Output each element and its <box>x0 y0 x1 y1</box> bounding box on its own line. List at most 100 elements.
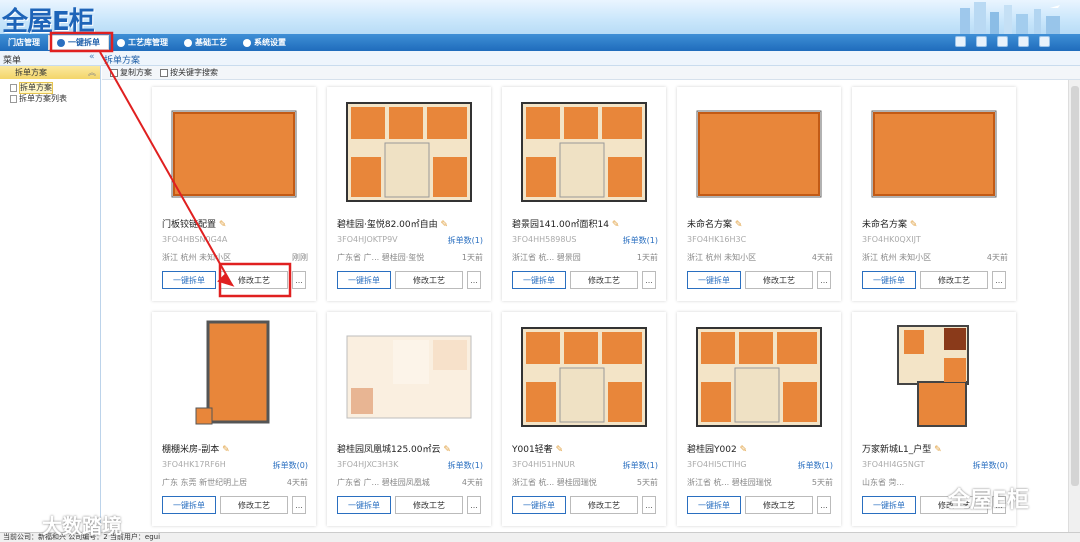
settings-circle-icon <box>243 38 251 47</box>
lock-icon[interactable] <box>976 36 987 47</box>
edit-process-button[interactable]: 修改工艺 <box>745 271 813 289</box>
sidebar-item-split-plan-list[interactable]: 拆单方案列表 <box>10 94 100 104</box>
home-icon[interactable] <box>955 36 966 47</box>
vertical-scrollbar[interactable] <box>1068 80 1080 532</box>
plan-card[interactable]: 碧桂园凤凰城125.00㎡云 ✎ 3FO4HJXC3H3K 拆单数(1) 广东省… <box>327 312 491 526</box>
collapse-sidebar-button[interactable]: « <box>89 52 95 62</box>
more-button[interactable]: ... <box>992 271 1006 289</box>
plan-card[interactable]: 门板铰链配置 ✎ 3FO4HBSN0G4A 浙江 杭州 未知小区 刚刚 一键拆单… <box>152 87 316 301</box>
plan-code: 3FO4HK16H3C <box>687 235 747 244</box>
nav-base-process[interactable]: 基础工艺 <box>176 34 235 51</box>
plan-grid: 门板铰链配置 ✎ 3FO4HBSN0G4A 浙江 杭州 未知小区 刚刚 一键拆单… <box>102 80 1068 532</box>
plan-card[interactable]: 棚棚米房-副本 ✎ 3FO4HK17RF6H 拆单数(0) 广东 东莞 新世纪明… <box>152 312 316 526</box>
plan-code: 3FO4HBSN0G4A <box>162 235 228 244</box>
pencil-icon[interactable]: ✎ <box>934 445 942 455</box>
floorplan-thumbnail[interactable] <box>683 318 835 436</box>
edit-process-button[interactable]: 修改工艺 <box>570 496 638 514</box>
one-click-split-button[interactable]: 一键拆单 <box>862 496 916 514</box>
keyword-search-button[interactable]: 按关键字搜索 <box>160 67 218 78</box>
sidebar-section-header[interactable]: 拆单方案 ︽ <box>0 66 100 79</box>
plan-code: 3FO4HJXC3H3K <box>337 460 399 469</box>
status-bar: 当前公司：新福和兴 公司编号：2 当前用户：egui <box>0 532 1080 542</box>
one-click-split-button[interactable]: 一键拆单 <box>512 271 566 289</box>
main-nav: 门店管理 一键拆单 工艺库管理 基础工艺 系统设置 <box>0 34 1080 51</box>
floorplan-thumbnail[interactable] <box>683 93 835 211</box>
more-button[interactable]: ... <box>642 496 656 514</box>
sidebar-item-split-plan[interactable]: 拆单方案 <box>10 82 100 94</box>
plan-card[interactable]: 碧景园141.00㎡面积14 ✎ 3FO4HH5898US 拆单数(1) 浙江省… <box>502 87 666 301</box>
pencil-icon[interactable]: ✎ <box>219 220 227 230</box>
one-click-split-button[interactable]: 一键拆单 <box>162 271 216 289</box>
split-count[interactable]: 拆单数(1) <box>623 235 658 246</box>
pencil-icon[interactable]: ✎ <box>443 445 451 455</box>
one-click-split-button[interactable]: 一键拆单 <box>687 271 741 289</box>
city-skyline-illustration <box>960 2 1060 34</box>
exit-icon[interactable] <box>1039 36 1050 47</box>
pencil-icon[interactable]: ✎ <box>556 445 564 455</box>
pencil-icon[interactable]: ✎ <box>612 220 620 230</box>
plan-card[interactable]: Y001轻奢 ✎ 3FO4HI51HNUR 拆单数(1) 浙江省 杭... 碧桂… <box>502 312 666 526</box>
more-button[interactable]: ... <box>817 496 831 514</box>
one-click-split-button[interactable]: 一键拆单 <box>337 271 391 289</box>
more-button[interactable]: ... <box>292 271 306 289</box>
floorplan-thumbnail[interactable] <box>158 318 310 436</box>
more-button[interactable]: ... <box>292 496 306 514</box>
plan-time: 4天前 <box>811 253 833 262</box>
floorplan-thumbnail[interactable] <box>858 318 1010 436</box>
one-click-split-button[interactable]: 一键拆单 <box>512 496 566 514</box>
nav-one-click-split[interactable]: 一键拆单 <box>48 35 109 50</box>
floorplan-thumbnail[interactable] <box>333 93 485 211</box>
plan-time: 5天前 <box>811 478 833 487</box>
edit-process-button[interactable]: 修改工艺 <box>745 496 813 514</box>
pencil-icon[interactable]: ✎ <box>441 220 449 230</box>
split-count[interactable]: 拆单数(1) <box>798 460 833 471</box>
pencil-icon[interactable]: ✎ <box>222 445 230 455</box>
split-count[interactable]: 拆单数(0) <box>273 460 308 471</box>
edit-process-button[interactable]: 修改工艺 <box>920 271 988 289</box>
nav-process-library[interactable]: 工艺库管理 <box>109 34 176 51</box>
plan-card[interactable]: 碧桂园·玺悦82.00㎡自由 ✎ 3FO4HJOKTP9V 拆单数(1) 广东省… <box>327 87 491 301</box>
floorplan-thumbnail[interactable] <box>508 93 660 211</box>
pencil-icon[interactable]: ✎ <box>910 220 918 230</box>
user-icon[interactable] <box>997 36 1008 47</box>
edit-process-button[interactable]: 修改工艺 <box>395 271 463 289</box>
floorplan-thumbnail[interactable] <box>858 93 1010 211</box>
split-count[interactable]: 拆单数(1) <box>448 235 483 246</box>
floorplan-thumbnail[interactable] <box>508 318 660 436</box>
floorplan-thumbnail[interactable] <box>158 93 310 211</box>
floorplan-thumbnail[interactable] <box>333 318 485 436</box>
plan-time: 4天前 <box>461 478 483 487</box>
more-button[interactable]: ... <box>467 496 481 514</box>
pencil-icon[interactable]: ✎ <box>740 445 748 455</box>
scrollbar-thumb[interactable] <box>1071 86 1079 486</box>
more-button[interactable]: ... <box>642 271 656 289</box>
plan-card[interactable]: 未命名方案 ✎ 3FO4HK0QXIJT 浙江 杭州 未知小区 4天前 一键拆单… <box>852 87 1016 301</box>
nav-label: 系统设置 <box>254 38 286 47</box>
split-count[interactable]: 拆单数(0) <box>973 460 1008 471</box>
plan-title-text: 棚棚米房-副本 <box>162 445 220 455</box>
plan-card[interactable]: 未命名方案 ✎ 3FO4HK16H3C 浙江 杭州 未知小区 4天前 一键拆单 … <box>677 87 841 301</box>
nav-system-settings[interactable]: 系统设置 <box>235 34 294 51</box>
gear-icon[interactable] <box>1018 36 1029 47</box>
chevron-up-icon[interactable]: ︽ <box>88 67 96 78</box>
pencil-icon[interactable]: ✎ <box>735 220 743 230</box>
one-click-split-button[interactable]: 一键拆单 <box>337 496 391 514</box>
more-button[interactable]: ... <box>467 271 481 289</box>
plan-location: 广东 东莞 新世纪明上居 <box>162 478 248 487</box>
copy-plan-button[interactable]: 复制方案 <box>110 67 152 78</box>
more-button[interactable]: ... <box>817 271 831 289</box>
edit-process-button[interactable]: 修改工艺 <box>395 496 463 514</box>
one-click-split-button[interactable]: 一键拆单 <box>687 496 741 514</box>
split-count[interactable]: 拆单数(1) <box>623 460 658 471</box>
one-click-split-button[interactable]: 一键拆单 <box>162 496 216 514</box>
nav-store-management[interactable]: 门店管理 <box>0 34 48 51</box>
plan-location: 山东省 菏... <box>862 478 905 487</box>
gear-circle-icon <box>184 38 192 47</box>
edit-process-button[interactable]: 修改工艺 <box>220 496 288 514</box>
plan-title: 门板铰链配置 ✎ <box>162 217 226 230</box>
edit-process-button[interactable]: 修改工艺 <box>220 271 288 289</box>
plan-card[interactable]: 碧桂园Y002 ✎ 3FO4HI5CTIHG 拆单数(1) 浙江省 杭... 碧… <box>677 312 841 526</box>
edit-process-button[interactable]: 修改工艺 <box>570 271 638 289</box>
split-count[interactable]: 拆单数(1) <box>448 460 483 471</box>
one-click-split-button[interactable]: 一键拆单 <box>862 271 916 289</box>
